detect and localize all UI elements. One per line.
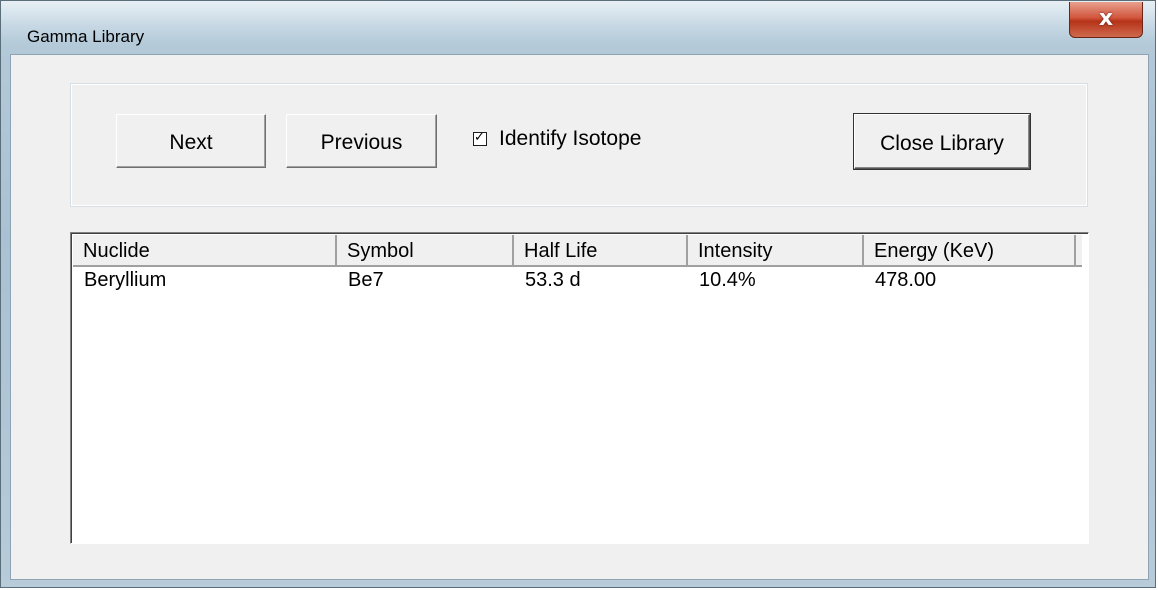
column-header-filler: [1076, 235, 1082, 267]
table-body: Beryllium Be7 53.3 d 10.4% 478.00: [73, 269, 1076, 295]
next-button[interactable]: Next: [116, 114, 266, 168]
cell-symbol: Be7: [348, 269, 384, 291]
column-header-intensity[interactable]: Intensity: [688, 235, 864, 267]
title-bar[interactable]: Gamma Library x: [1, 1, 1155, 46]
previous-button[interactable]: Previous: [286, 114, 437, 168]
window-close-button[interactable]: x: [1069, 2, 1143, 38]
identify-isotope-label[interactable]: Identify Isotope: [499, 127, 641, 151]
cell-half-life: 53.3 d: [525, 269, 581, 291]
column-header-energy[interactable]: Energy (KeV): [864, 235, 1076, 267]
close-icon: x: [1098, 6, 1114, 31]
window-title: Gamma Library: [27, 27, 145, 46]
column-header-nuclide[interactable]: Nuclide: [73, 235, 337, 267]
table-header: Nuclide Symbol Half Life Intensity Energ…: [73, 235, 1082, 267]
dialog-body: Next Previous ✓ Identify Isotope Close L…: [10, 54, 1149, 580]
close-library-button[interactable]: Close Library: [854, 114, 1030, 169]
column-header-symbol[interactable]: Symbol: [337, 235, 514, 267]
table-row[interactable]: Beryllium Be7 53.3 d 10.4% 478.00: [73, 269, 1076, 295]
cell-energy: 478.00: [875, 269, 937, 291]
gamma-library-window: Gamma Library x Next Previous ✓ Identify…: [0, 0, 1156, 588]
nuclide-table[interactable]: Nuclide Symbol Half Life Intensity Energ…: [70, 232, 1089, 544]
identify-isotope-checkbox[interactable]: ✓: [473, 130, 487, 146]
cell-intensity: 10.4%: [699, 269, 756, 291]
column-header-half-life[interactable]: Half Life: [514, 235, 688, 267]
cell-nuclide: Beryllium: [84, 269, 167, 291]
checkmark-icon: ✓: [474, 130, 485, 145]
identify-isotope-option[interactable]: ✓ Identify Isotope: [473, 127, 641, 151]
